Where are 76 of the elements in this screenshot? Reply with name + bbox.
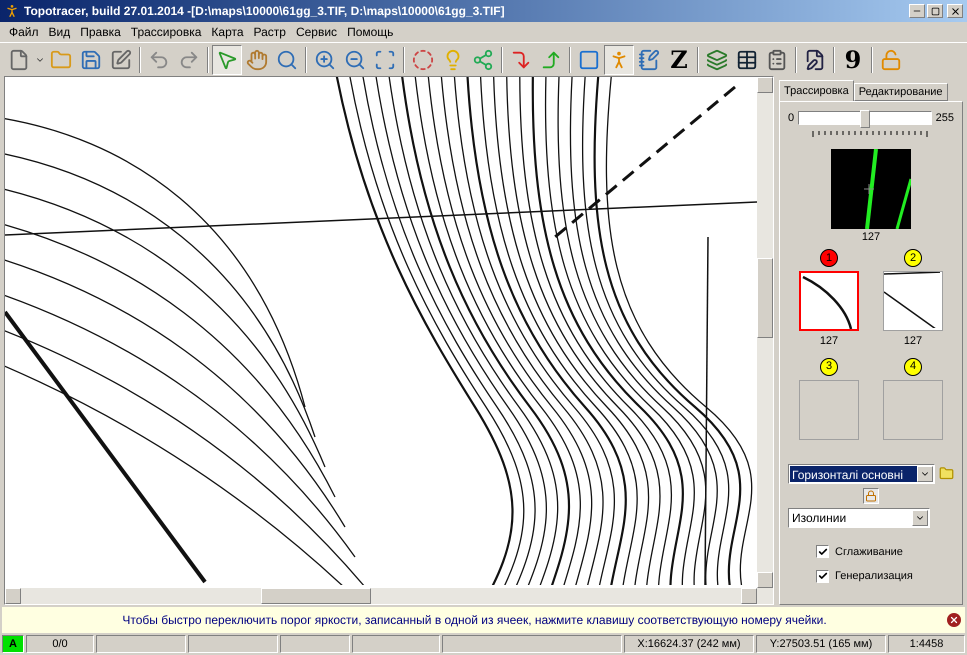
cell-number-badge: 3 <box>820 358 838 376</box>
clipboard-icon <box>766 48 788 70</box>
status-y-coordinate: Y:27503.51 (165 мм) <box>756 635 886 653</box>
hint-message: Чтобы быстро переключить порог яркости, записанный в одной из ячеек, нажмите клавишу соответствующую номеру ячейки. <box>121 612 828 629</box>
zoom-fit-icon <box>374 48 396 70</box>
toolbar-button[interactable]: Z <box>664 44 694 74</box>
folder-icon[interactable] <box>939 466 954 481</box>
check-icon <box>818 571 828 582</box>
close-icon <box>950 6 960 16</box>
redo-icon <box>178 48 200 70</box>
notebook-icon <box>638 48 660 70</box>
slider-thumb[interactable] <box>860 110 870 128</box>
status-count: 0/0 <box>26 635 94 653</box>
status-x-coordinate: X:16624.37 (242 мм) <box>624 635 754 653</box>
cell-number-badge: 2 <box>904 249 922 267</box>
status-panel <box>280 635 350 653</box>
preview-value: 127 <box>862 230 880 244</box>
slider-max-label: 255 <box>936 111 954 126</box>
zoom-out-icon <box>344 48 366 70</box>
menu-item[interactable]: Трассировка <box>126 23 206 41</box>
menu-item[interactable]: Файл <box>4 23 44 41</box>
folder-icon <box>50 48 72 70</box>
cell-number-badge: 4 <box>904 358 922 376</box>
layers-icon <box>706 48 728 70</box>
mode-indicator: A <box>2 635 24 653</box>
toolbar-button[interactable]: 9 <box>838 44 868 74</box>
threshold-slider[interactable] <box>798 111 932 126</box>
menu-item[interactable]: Карта <box>206 23 249 41</box>
hand-icon <box>246 48 268 70</box>
panel-tab[interactable]: Редактирование <box>854 83 948 101</box>
layer-dropdown[interactable]: Горизонталі основні <box>788 464 935 484</box>
zoom-in-icon <box>314 48 336 70</box>
threshold-cell[interactable] <box>799 271 859 331</box>
dots-icon <box>472 48 494 70</box>
menu-item[interactable]: Растр <box>248 23 291 41</box>
status-scale: 1:4458 <box>888 635 965 653</box>
menu-item[interactable]: Сервис <box>290 23 342 41</box>
menu-item[interactable]: Правка <box>75 23 126 41</box>
menu-item[interactable]: Вид <box>44 23 76 41</box>
checkbox-label: Сглаживание <box>835 544 903 560</box>
slider-min-label: 0 <box>788 111 794 126</box>
cell-value: 127 <box>904 334 922 349</box>
edit-icon <box>110 48 132 70</box>
close-hint-button[interactable] <box>947 613 961 627</box>
threshold-cell[interactable] <box>799 380 859 440</box>
vertical-scrollbar[interactable] <box>757 77 773 588</box>
undo-icon <box>148 48 170 70</box>
close-icon <box>949 615 959 625</box>
menu-item[interactable]: Помощь <box>342 23 398 41</box>
checkbox[interactable] <box>816 570 829 583</box>
check-icon <box>818 546 828 557</box>
type-dropdown[interactable]: Изолинии <box>788 508 930 528</box>
table-icon <box>736 48 758 70</box>
threshold-cell[interactable] <box>883 271 943 331</box>
close-button[interactable] <box>947 4 963 18</box>
save-icon <box>80 48 102 70</box>
checkbox[interactable] <box>816 545 829 558</box>
file-icon <box>8 48 30 70</box>
circle-icon <box>412 48 434 70</box>
pointer-icon <box>216 48 238 70</box>
square-icon <box>578 48 600 70</box>
cell-number-badge: 1 <box>820 249 838 267</box>
minimize-button[interactable] <box>909 4 925 18</box>
maximize-icon <box>930 6 940 16</box>
maximize-button[interactable] <box>927 4 943 18</box>
checkbox-label: Генерализация <box>835 569 913 584</box>
lock-icon[interactable] <box>865 490 877 502</box>
open-lock-icon <box>880 48 902 70</box>
cell-value: 127 <box>820 334 838 349</box>
threshold-cell[interactable] <box>883 380 943 440</box>
form-icon <box>804 48 826 70</box>
window-title: Topotracer, build 27.01.2014 -[D:\maps\10000\61gg_3.TIF, D:\maps\10000\61gg_3.TIF] <box>24 3 505 20</box>
horizontal-scrollbar[interactable] <box>5 588 773 604</box>
up-arrow-icon <box>540 48 562 70</box>
search-icon <box>276 48 298 70</box>
panel-tab[interactable]: Трассировка <box>779 80 854 101</box>
